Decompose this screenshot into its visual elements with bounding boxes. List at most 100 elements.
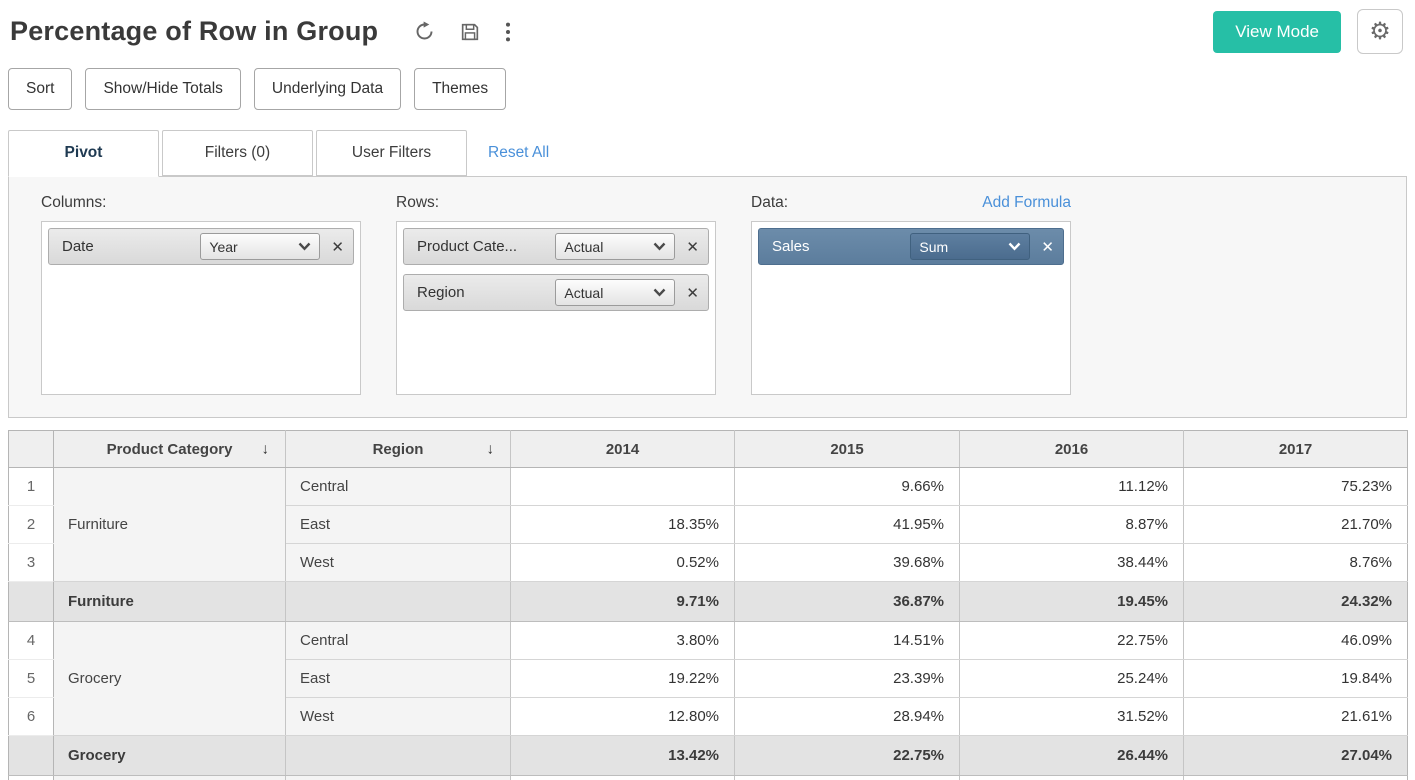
data-drop-zone[interactable]: Sales Sum ✕ <box>751 221 1071 395</box>
remove-field-icon[interactable]: ✕ <box>1041 238 1054 256</box>
toolbar-button-themes[interactable]: Themes <box>414 68 506 110</box>
value-cell: 12.80% <box>511 698 735 736</box>
column-header-2014[interactable]: 2014 <box>511 431 735 468</box>
column-header-2016[interactable]: 2016 <box>960 431 1184 468</box>
table-body: 1FurnitureCentral9.66%11.12%75.23%2 East 1… <box>9 468 1408 780</box>
field-aggregation-dropdown[interactable]: Actual <box>555 279 675 306</box>
column-header-2015[interactable]: 2015 <box>735 431 960 468</box>
value-cell: 19.45% <box>960 582 1184 622</box>
region-cell: West <box>286 544 511 582</box>
value-cell: 11.12% <box>960 468 1184 506</box>
value-cell <box>511 468 735 506</box>
column-header-product-category[interactable]: Product Category ↓ <box>54 431 286 468</box>
refresh-button[interactable] <box>412 19 437 44</box>
remove-field-icon[interactable]: ✕ <box>686 284 699 302</box>
value-cell: 14.51% <box>735 622 960 660</box>
tab-filters-0[interactable]: Filters (0) <box>162 130 313 176</box>
region-cell: East <box>286 506 511 544</box>
toolbar-button-sort[interactable]: Sort <box>8 68 72 110</box>
report-actions <box>412 19 513 45</box>
page-title: Percentage of Row in Group <box>10 16 378 47</box>
column-header-label: 2017 <box>1279 441 1312 458</box>
tabs: PivotFilters (0)User Filters <box>8 130 470 176</box>
settings-button[interactable]: ⚙ <box>1357 9 1403 54</box>
data-section-header: Data: Add Formula <box>751 194 1071 212</box>
reset-all-link[interactable]: Reset All <box>488 144 549 162</box>
table-header-row: Product Category ↓ Region ↓ 2014 2015 2016 2017 <box>9 431 1408 468</box>
field-pill-region[interactable]: RegionActual✕ <box>403 274 709 311</box>
kebab-menu-button[interactable] <box>503 19 513 45</box>
sort-descending-icon[interactable]: ↓ <box>262 441 270 458</box>
view-mode-button[interactable]: View Mode <box>1213 11 1341 53</box>
pivot-table: Product Category ↓ Region ↓ 2014 2015 2016 2017… <box>8 430 1408 780</box>
column-header-label: Region <box>373 441 424 458</box>
value-cell: 21.61% <box>1184 698 1408 736</box>
add-formula-link[interactable]: Add Formula <box>982 194 1071 212</box>
row-number-cell <box>9 736 54 776</box>
value-cell: 13.42% <box>511 736 735 776</box>
value-cell: 27.04% <box>1184 736 1408 776</box>
save-icon <box>459 21 481 43</box>
field-pill-product-cate[interactable]: Product Cate... Actual ✕ <box>403 228 709 265</box>
category-cell: Furniture <box>54 468 286 582</box>
table-row: 1FurnitureCentral9.66%11.12%75.23% <box>9 468 1408 506</box>
row-number-cell: 2 <box>9 506 54 544</box>
rows-drop-zone[interactable]: Product Cate...Actual✕RegionActual✕ <box>396 221 716 395</box>
value-cell: 19.22% <box>511 660 735 698</box>
field-aggregation-value: Sum <box>919 239 948 255</box>
field-name-label: Product Cate... <box>417 238 546 255</box>
rows-section: Rows: Product Cate...Actual✕RegionActual… <box>396 194 716 395</box>
chevron-down-icon <box>653 288 666 297</box>
tab-pivot[interactable]: Pivot <box>8 130 159 177</box>
value-cell: 41.95% <box>735 506 960 544</box>
column-header-region[interactable]: Region ↓ <box>286 431 511 468</box>
subtotal-row: Grocery13.42%22.75%26.44%27.04% <box>9 736 1408 776</box>
chevron-down-icon <box>298 242 311 251</box>
field-pill-date[interactable]: Date Year ✕ <box>48 228 354 265</box>
field-aggregation-dropdown[interactable]: Sum <box>910 233 1030 260</box>
value-cell: 19.84% <box>1184 660 1408 698</box>
row-number-cell <box>9 582 54 622</box>
pivot-config-panel: Columns: DateYear✕ Rows: Product Cate...… <box>8 176 1407 418</box>
toolbar-button-show-hide-totals[interactable]: Show/Hide Totals <box>85 68 240 110</box>
sort-descending-icon[interactable]: ↓ <box>487 441 495 458</box>
rows-label: Rows: <box>396 194 439 212</box>
column-header-label: 2015 <box>830 441 863 458</box>
region-cell: Central <box>286 622 511 660</box>
region-cell: West <box>286 698 511 736</box>
column-header-label: Product Category <box>107 441 233 458</box>
tabs-row: PivotFilters (0)User Filters Reset All <box>8 130 1407 176</box>
table-row-partial <box>9 776 1408 780</box>
value-cell: 9.71% <box>511 582 735 622</box>
value-cell: 21.70% <box>1184 506 1408 544</box>
report-header: Percentage of Row in Group <box>0 0 1415 59</box>
column-header-2017[interactable]: 2017 <box>1184 431 1408 468</box>
row-number-cell: 5 <box>9 660 54 698</box>
value-cell <box>960 776 1184 780</box>
kebab-menu-icon <box>505 21 511 43</box>
save-button[interactable] <box>457 19 483 45</box>
tab-user-filters[interactable]: User Filters <box>316 130 467 176</box>
remove-field-icon[interactable]: ✕ <box>331 238 344 256</box>
field-name-label: Sales <box>772 238 901 255</box>
category-cell: Grocery <box>54 622 286 736</box>
field-name-label: Date <box>62 238 191 255</box>
field-aggregation-dropdown[interactable]: Year <box>200 233 320 260</box>
value-cell: 0.52% <box>511 544 735 582</box>
value-cell: 75.23% <box>1184 468 1408 506</box>
row-number-cell: 6 <box>9 698 54 736</box>
column-header-label: 2014 <box>606 441 639 458</box>
toolbar-button-underlying-data[interactable]: Underlying Data <box>254 68 401 110</box>
value-cell <box>735 776 960 780</box>
remove-field-icon[interactable]: ✕ <box>686 238 699 256</box>
value-cell: 3.80% <box>511 622 735 660</box>
field-pill-sales[interactable]: Sales Sum ✕ <box>758 228 1064 265</box>
refresh-icon <box>414 21 435 42</box>
columns-drop-zone[interactable]: Date Year ✕ <box>41 221 361 395</box>
value-cell: 8.76% <box>1184 544 1408 582</box>
field-aggregation-dropdown[interactable]: Actual <box>555 233 675 260</box>
value-cell: 39.68% <box>735 544 960 582</box>
value-cell <box>1184 776 1408 780</box>
value-cell: 38.44% <box>960 544 1184 582</box>
rows-section-header: Rows: <box>396 194 716 212</box>
